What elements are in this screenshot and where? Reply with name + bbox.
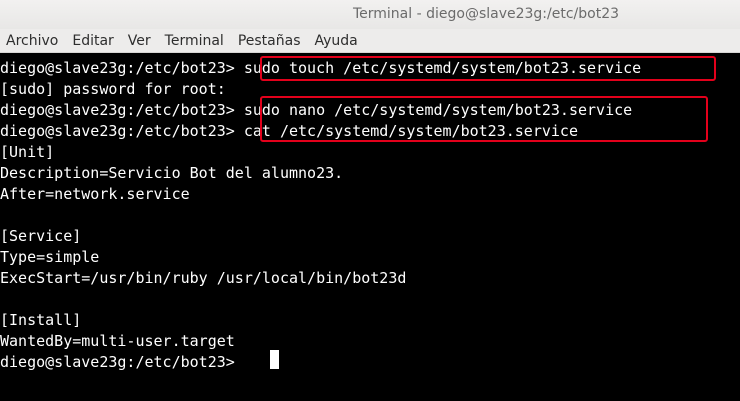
menu-archivo[interactable]: Archivo (0, 30, 65, 52)
menu-ayuda[interactable]: Ayuda (308, 30, 365, 52)
terminal-line-1: diego@slave23g:/etc/bot23> sudo touch /e… (0, 58, 641, 79)
unit-section-header: [Unit] (0, 143, 55, 161)
menu-editar[interactable]: Editar (65, 30, 120, 52)
command-nano: sudo nano /etc/systemd/system/bot23.serv… (234, 101, 633, 119)
service-section-header: [Service] (0, 227, 82, 245)
text-cursor (270, 350, 279, 369)
prompt: diego@slave23g:/etc/bot23> (0, 122, 235, 140)
menu-terminal[interactable]: Terminal (158, 30, 231, 52)
terminal-line-3: diego@slave23g:/etc/bot23> sudo nano /et… (0, 100, 632, 121)
wantedby-line: WantedBy=multi-user.target (0, 332, 235, 350)
menu-pestanas[interactable]: Pestañas (231, 30, 308, 52)
menu-ver[interactable]: Ver (121, 30, 158, 52)
description-line: Description=Servicio Bot del alumno23. (0, 164, 344, 182)
sudo-password-prompt: [sudo] password for root: (0, 80, 226, 98)
window-title: Terminal - diego@slave23g:/etc/bot23 (352, 6, 620, 22)
prompt: diego@slave23g:/etc/bot23> (0, 59, 235, 77)
terminal-window: Terminal - diego@slave23g:/etc/bot23 Arc… (0, 0, 740, 401)
terminal-output[interactable]: diego@slave23g:/etc/bot23> sudo touch /e… (0, 56, 740, 401)
title-bar[interactable]: Terminal - diego@slave23g:/etc/bot23 (0, 0, 740, 29)
after-line: After=network.service (0, 185, 190, 203)
execstart-line: ExecStart=/usr/bin/ruby /usr/local/bin/b… (0, 269, 407, 287)
current-prompt: diego@slave23g:/etc/bot23> (0, 353, 235, 371)
type-line: Type=simple (0, 248, 100, 266)
menu-bar: Archivo Editar Ver Terminal Pestañas Ayu… (0, 29, 740, 53)
prompt: diego@slave23g:/etc/bot23> (0, 101, 235, 119)
command-touch: sudo touch /etc/systemd/system/bot23.ser… (234, 59, 642, 77)
terminal-line-4: diego@slave23g:/etc/bot23> cat /etc/syst… (0, 121, 578, 142)
command-cat: cat /etc/systemd/system/bot23.service (234, 122, 578, 140)
install-section-header: [Install] (0, 311, 82, 329)
